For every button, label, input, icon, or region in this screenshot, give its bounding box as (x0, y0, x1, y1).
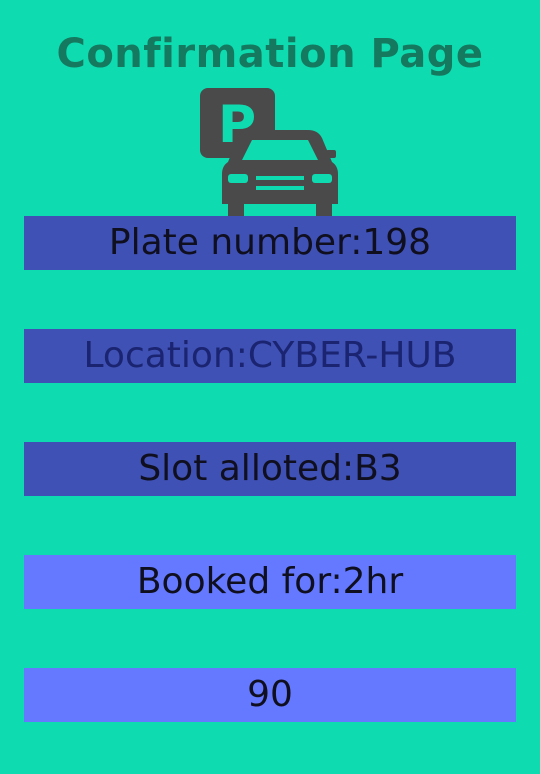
duration-text: Booked for:2hr (136, 561, 404, 602)
location-text: Location:CYBER-HUB (83, 335, 457, 376)
plate-number-text: Plate number:198 (108, 222, 432, 263)
slot-field: Slot alloted:B3 (24, 442, 516, 496)
plate-number-field: Plate number:198 (24, 216, 516, 270)
page-title: Confirmation Page (56, 31, 484, 77)
confirmation-screen: Confirmation Page P Plate number:198 Loc… (0, 0, 540, 774)
duration-field: Booked for:2hr (24, 555, 516, 609)
amount-text: 90 (247, 674, 293, 715)
location-field: Location:CYBER-HUB (24, 329, 516, 383)
slot-text: Slot alloted:B3 (138, 448, 402, 489)
parking-car-icon: P (198, 86, 340, 218)
amount-field: 90 (24, 668, 516, 722)
